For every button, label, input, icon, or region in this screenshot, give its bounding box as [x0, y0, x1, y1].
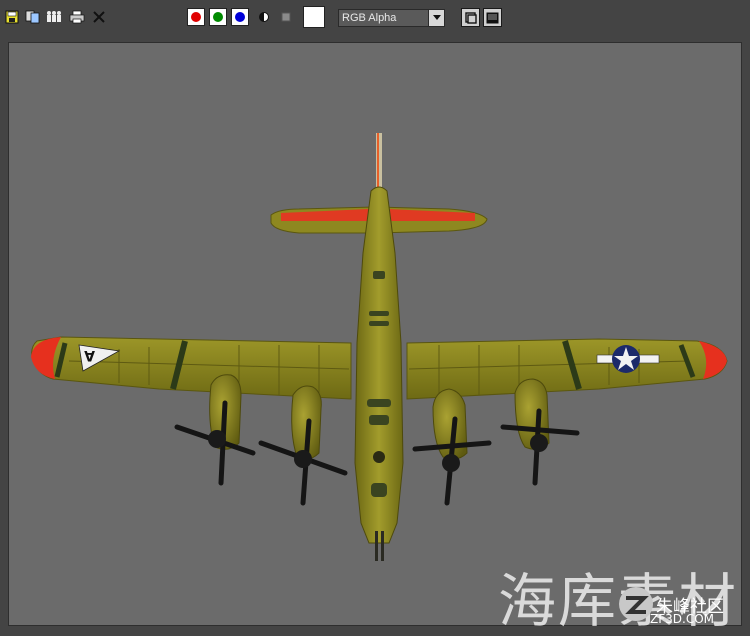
render-toolbar: RGB Alpha: [0, 0, 750, 34]
users-icon[interactable]: [45, 8, 63, 26]
svg-text:A: A: [84, 347, 95, 363]
print-icon[interactable]: [68, 8, 86, 26]
window-display-button[interactable]: [483, 8, 502, 27]
render-viewport[interactable]: A: [8, 42, 742, 626]
save-icon[interactable]: [3, 8, 21, 26]
clear-icon[interactable]: [90, 8, 108, 26]
color-swatch[interactable]: [303, 6, 325, 28]
blue-channel-toggle[interactable]: [231, 8, 249, 26]
monochrome-icon[interactable]: [277, 8, 295, 26]
channel-select[interactable]: RGB Alpha: [338, 9, 445, 27]
red-dot-icon: [191, 12, 201, 22]
blue-dot-icon: [235, 12, 245, 22]
watermark-url: ZF3D.COM: [650, 612, 714, 626]
window-restore-button[interactable]: [461, 8, 480, 27]
clone-icon[interactable]: [24, 8, 42, 26]
channel-select-value: RGB Alpha: [342, 12, 397, 24]
green-dot-icon: [213, 12, 223, 22]
green-channel-toggle[interactable]: [209, 8, 227, 26]
chevron-down-icon[interactable]: [428, 10, 444, 26]
red-channel-toggle[interactable]: [187, 8, 205, 26]
alpha-toggle-icon[interactable]: [255, 8, 273, 26]
rendered-bomber-plane: A: [31, 133, 728, 561]
watermark-logo-icon: [619, 587, 653, 621]
